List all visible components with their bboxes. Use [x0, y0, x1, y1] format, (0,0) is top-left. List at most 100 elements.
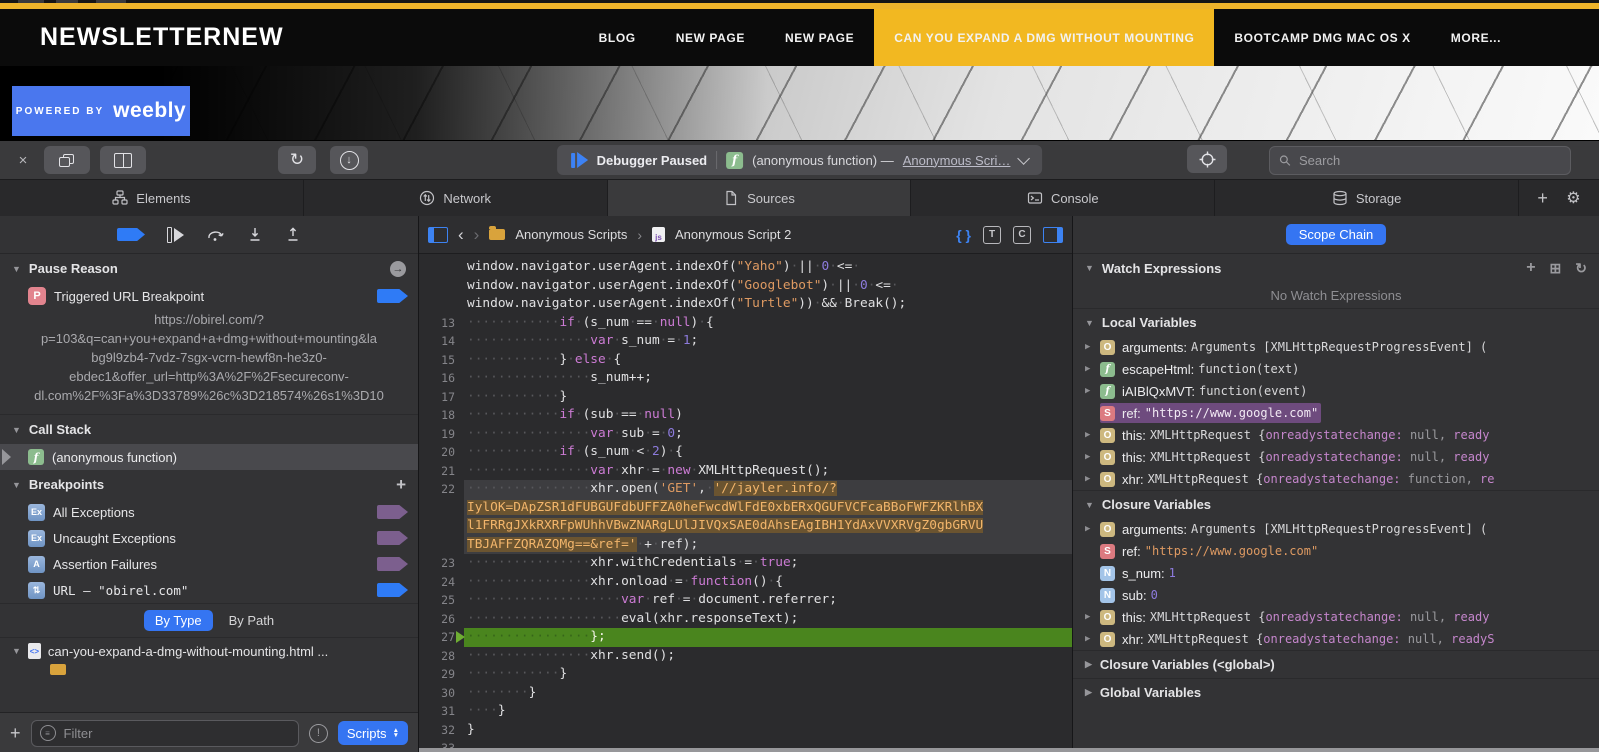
scripts-dropdown[interactable]: Scripts ▲▼ [338, 721, 408, 745]
script-link[interactable]: Anonymous Scri… [903, 153, 1011, 168]
nav-item[interactable]: NEW PAGE [765, 9, 874, 66]
disclosure-triangle-icon[interactable]: ▶ [1085, 342, 1100, 352]
disclosure-triangle-icon[interactable]: ▶ [1085, 524, 1100, 534]
line-number-gutter[interactable] [419, 536, 464, 555]
line-number-gutter[interactable]: 13 [419, 314, 464, 333]
tab-elements[interactable]: Elements [0, 180, 304, 216]
toggle-right-sidebar-icon[interactable] [1043, 227, 1063, 243]
line-number-gutter[interactable]: 29 [419, 665, 464, 684]
add-icon[interactable]: + [10, 723, 21, 744]
breakpoint-row[interactable]: ExUncaught Exceptions [0, 525, 418, 551]
reload-button[interactable]: ↻ [278, 146, 316, 174]
toggle-left-sidebar-icon[interactable] [428, 227, 448, 243]
tab-storage[interactable]: Storage [1215, 180, 1519, 216]
filter-input[interactable] [62, 725, 290, 742]
step-into-icon[interactable] [247, 226, 263, 243]
breakpoint-flag-icon[interactable] [377, 531, 408, 545]
line-number-gutter[interactable]: 17 [419, 388, 464, 407]
watch-expressions-header[interactable]: ▼ Watch Expressions + ⊞ ↻ [1073, 254, 1599, 282]
issues-icon[interactable]: ! [309, 724, 328, 743]
call-stack-frame[interactable]: f(anonymous function) [0, 444, 418, 470]
disclosure-triangle-icon[interactable]: ▶ [1085, 430, 1100, 440]
variable-row[interactable]: ▶Oxhr:XMLHttpRequest {onreadystatechange… [1073, 628, 1599, 650]
pause-reason-item[interactable]: P Triggered URL Breakpoint [0, 283, 418, 309]
variable-row[interactable]: ▶Othis:XMLHttpRequest {onreadystatechang… [1073, 446, 1599, 468]
line-number-gutter[interactable]: 22 [419, 480, 464, 499]
add-watch-icon[interactable]: + [1526, 259, 1535, 277]
line-number-gutter[interactable]: 25 [419, 591, 464, 610]
line-number-gutter[interactable]: 15 [419, 351, 464, 370]
nav-item[interactable]: BLOG [579, 9, 656, 66]
line-number-gutter[interactable]: 26 [419, 610, 464, 629]
new-tab-icon[interactable]: + [1537, 188, 1548, 209]
variable-row[interactable]: Nsub:0 [1073, 584, 1599, 606]
disclosure-triangle-icon[interactable]: ▶ [1085, 612, 1100, 622]
code-coverage-icon[interactable]: C [1013, 226, 1031, 244]
disclosure-triangle-icon[interactable]: ▶ [1085, 364, 1100, 374]
line-number-gutter[interactable]: 30 [419, 684, 464, 703]
breakpoints-header[interactable]: ▼ Breakpoints + [0, 470, 418, 499]
filter-field[interactable]: ≡ [31, 720, 299, 747]
site-logo[interactable]: NEWSLETTERNEW [0, 9, 284, 66]
nav-item[interactable]: NEW PAGE [656, 9, 765, 66]
refresh-watch-icon[interactable]: ↻ [1575, 260, 1587, 277]
search-input[interactable] [1297, 152, 1561, 169]
breakpoint-flag-icon[interactable] [377, 505, 408, 519]
breadcrumb-folder[interactable]: Anonymous Scripts [515, 227, 627, 242]
line-number-gutter[interactable]: 31 [419, 702, 464, 721]
element-picker-button[interactable] [1187, 145, 1227, 173]
gear-icon[interactable]: ⚙ [1566, 188, 1580, 208]
line-number-gutter[interactable]: 19 [419, 425, 464, 444]
by-path-button[interactable]: By Path [229, 613, 275, 628]
nav-item[interactable]: MORE... [1431, 9, 1521, 66]
goto-breakpoint-icon[interactable]: → [390, 261, 406, 277]
breakpoint-flag-icon[interactable] [377, 289, 408, 303]
call-stack-header[interactable]: ▼ Call Stack [0, 415, 418, 444]
nav-item[interactable]: BOOTCAMP DMG MAC OS X [1214, 9, 1430, 66]
variable-row[interactable]: ▶Oarguments:Arguments [XMLHttpRequestPro… [1073, 336, 1599, 358]
scope-section-header[interactable]: ▼Local Variables [1073, 308, 1599, 336]
nav-item[interactable]: CAN YOU EXPAND A DMG WITHOUT MOUNTING [874, 9, 1214, 66]
scope-section-header[interactable]: ▼Closure Variables [1073, 490, 1599, 518]
line-number-gutter[interactable]: 32 [419, 721, 464, 740]
line-number-gutter[interactable] [419, 295, 464, 314]
scope-section-header[interactable]: ▶Closure Variables (<global>) [1073, 650, 1599, 678]
tab-network[interactable]: Network [304, 180, 608, 216]
pretty-print-icon[interactable]: { } [956, 227, 971, 243]
step-over-icon[interactable] [206, 226, 225, 243]
variable-row[interactable]: ▶fescapeHtml:function(text) [1073, 358, 1599, 380]
line-number-gutter[interactable] [419, 499, 464, 518]
disclosure-triangle-icon[interactable]: ▶ [1085, 452, 1100, 462]
type-profiler-icon[interactable]: T [983, 226, 1001, 244]
back-icon[interactable]: ‹ [458, 226, 464, 243]
code-editor[interactable]: window.navigator.userAgent.indexOf("Yaho… [419, 254, 1072, 752]
forward-icon[interactable]: › [474, 226, 480, 243]
download-button[interactable]: ↓ [330, 146, 368, 174]
line-number-gutter[interactable]: 18 [419, 406, 464, 425]
breakpoint-flag-icon[interactable] [377, 557, 408, 571]
line-number-gutter[interactable]: 23 [419, 554, 464, 573]
line-number-gutter[interactable]: 14 [419, 332, 464, 351]
detach-inspector-button[interactable] [44, 146, 90, 174]
line-number-gutter[interactable]: 21 [419, 462, 464, 481]
line-number-gutter[interactable] [419, 258, 464, 277]
disclosure-triangle-icon[interactable]: ▶ [1085, 634, 1100, 644]
pause-resume-icon[interactable] [167, 227, 184, 243]
line-number-gutter[interactable] [419, 517, 464, 536]
step-out-icon[interactable] [285, 226, 301, 243]
clear-watch-icon[interactable]: ⊞ [1550, 260, 1562, 277]
chevron-down-icon[interactable] [1018, 152, 1031, 165]
line-number-gutter[interactable]: 24 [419, 573, 464, 592]
search-field[interactable] [1269, 146, 1571, 175]
breakpoints-toggle-icon[interactable] [117, 228, 145, 241]
line-number-gutter[interactable] [419, 277, 464, 296]
breakpoint-row[interactable]: ⇅URL — "obirel.com" [0, 577, 418, 603]
line-number-gutter[interactable]: 20 [419, 443, 464, 462]
variable-row[interactable]: ▶Oxhr:XMLHttpRequest {onreadystatechange… [1073, 468, 1599, 490]
pause-reason-header[interactable]: ▼ Pause Reason → [0, 254, 418, 283]
line-number-gutter[interactable]: 28 [419, 647, 464, 666]
line-number-gutter[interactable]: 27 [419, 628, 464, 647]
resource-row[interactable]: ▼ <> can-you-expand-a-dmg-without-mounti… [0, 638, 418, 664]
variable-row[interactable]: ▶fiAIBlQxMVT:function(event) [1073, 380, 1599, 402]
variable-row[interactable]: Sref:"https://www.google.com" [1073, 540, 1599, 562]
